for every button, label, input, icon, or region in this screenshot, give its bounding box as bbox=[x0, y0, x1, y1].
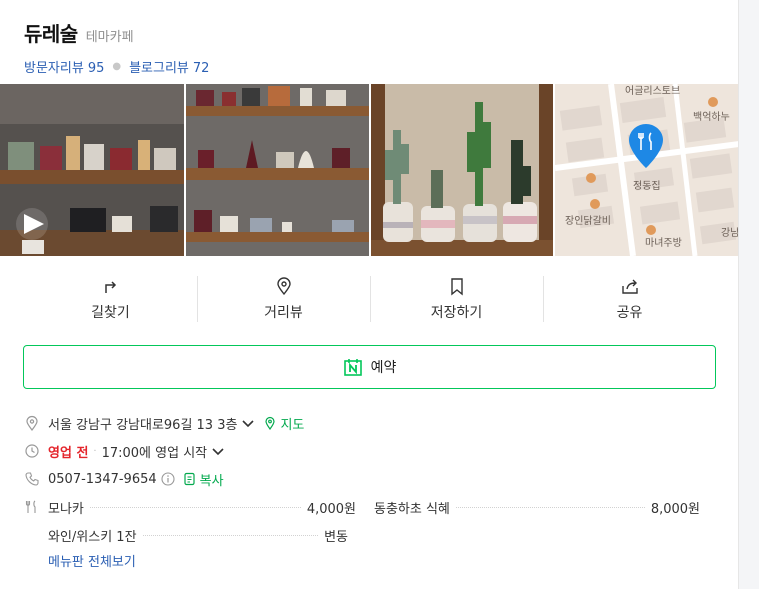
copy-phone-button[interactable]: 복사 bbox=[183, 470, 224, 489]
blog-review-link[interactable]: 블로그리뷰 72 bbox=[129, 57, 209, 76]
copy-icon bbox=[184, 472, 195, 486]
menu-item-name: 동충하초 식혜 bbox=[374, 501, 450, 517]
reserve-label: 예약 bbox=[370, 360, 397, 376]
share-label: 공유 bbox=[616, 305, 643, 321]
hours-row[interactable]: 영업 전 · 17:00에 영업 시작 bbox=[24, 437, 716, 465]
menu-item-name: 와인/위스키 1잔 bbox=[48, 529, 137, 545]
location-pin-icon bbox=[26, 415, 38, 431]
map-thumbnail[interactable]: 어글리스토브 백억하누 정동집 장인닭갈비 마녀주방 강남 bbox=[554, 84, 739, 256]
directions-label: 길찾기 bbox=[91, 305, 130, 321]
visitor-review-link[interactable]: 방문자리뷰 95 bbox=[24, 57, 104, 76]
review-row: 방문자리뷰 95 ● 블로그리뷰 72 bbox=[24, 57, 724, 76]
place-category: 테마카페 bbox=[85, 30, 134, 45]
chevron-down-icon[interactable] bbox=[241, 416, 255, 430]
menu-leader bbox=[455, 506, 645, 508]
review-separator-dot: ● bbox=[112, 61, 122, 72]
place-header: 듀레술 테마카페 방문자리뷰 95 ● 블로그리뷰 72 bbox=[24, 18, 724, 76]
photo-thumbnail-cactus[interactable] bbox=[371, 84, 553, 256]
share-icon bbox=[621, 279, 638, 294]
naver-booking-icon bbox=[343, 359, 362, 376]
bookmark-icon bbox=[450, 278, 463, 296]
phone-number: 0507-1347-9654 bbox=[48, 471, 157, 487]
map-label-1: 백억하누 bbox=[693, 110, 730, 123]
blog-review-count: 72 bbox=[192, 61, 210, 76]
menu-item-price: 변동 bbox=[324, 529, 348, 545]
street-view-icon bbox=[276, 277, 291, 296]
phone-icon bbox=[25, 472, 39, 486]
map-poi-icon bbox=[585, 173, 596, 183]
menu-item: 동충하초 식혜 8,000원 bbox=[374, 498, 700, 517]
blog-review-label: 블로그리뷰 bbox=[129, 61, 189, 76]
share-button[interactable]: 공유 bbox=[543, 276, 716, 322]
place-name: 듀레술 bbox=[24, 22, 78, 46]
page-right-gutter bbox=[738, 0, 759, 589]
menu-item: 모나카 4,000원 bbox=[48, 498, 356, 517]
menu-item-price: 8,000원 bbox=[650, 501, 700, 517]
menu-item-price: 4,000원 bbox=[306, 501, 356, 517]
chevron-down-icon[interactable] bbox=[211, 444, 225, 458]
action-bar: 길찾기 거리뷰 저장하기 공유 bbox=[24, 276, 716, 322]
menu-leader bbox=[89, 506, 301, 508]
map-link-label: 지도 bbox=[280, 417, 305, 433]
directions-icon bbox=[104, 281, 116, 293]
menu-section: 모나카 4,000원 동충하초 식혜 8,000원 와인/위스키 1잔 변동 메… bbox=[24, 493, 716, 570]
place-info: 서울 강남구 강남대로96길 13 3층 지도 영업 전 · 17:00에 영업… bbox=[24, 409, 716, 570]
view-full-menu-link[interactable]: 메뉴판 전체보기 bbox=[48, 551, 716, 570]
phone-row: 0507-1347-9654 복사 bbox=[24, 465, 716, 493]
map-pin-outline-icon bbox=[265, 416, 276, 430]
directions-button[interactable]: 길찾기 bbox=[24, 276, 197, 322]
map-label-5: 강남 bbox=[721, 227, 739, 239]
save-button[interactable]: 저장하기 bbox=[370, 276, 543, 322]
street-view-label: 거리뷰 bbox=[264, 305, 303, 321]
address-row: 서울 강남구 강남대로96길 13 3층 지도 bbox=[24, 409, 716, 437]
map-poi-icon bbox=[707, 97, 718, 107]
map-label-3: 장인닭갈비 bbox=[565, 214, 611, 227]
menu-row: 모나카 4,000원 동충하초 식혜 8,000원 bbox=[24, 493, 716, 521]
map-label-0: 어글리스토브 bbox=[625, 85, 680, 97]
hours-status: 영업 전 bbox=[48, 445, 89, 461]
clock-icon bbox=[25, 444, 39, 458]
address-text: 서울 강남구 강남대로96길 13 3층 bbox=[48, 417, 238, 433]
map-label-4: 마녀주방 bbox=[645, 237, 682, 249]
photo-thumbnail-shelves[interactable] bbox=[185, 84, 369, 256]
copy-label: 복사 bbox=[199, 473, 224, 489]
map-label-2: 정동집 bbox=[633, 180, 661, 192]
menu-item: 와인/위스키 1잔 변동 bbox=[24, 526, 348, 545]
hours-separator-dot: · bbox=[93, 445, 97, 457]
visitor-review-count: 95 bbox=[87, 61, 105, 76]
title-row: 듀레술 테마카페 bbox=[24, 18, 724, 47]
street-view-button[interactable]: 거리뷰 bbox=[197, 276, 370, 322]
visitor-review-label: 방문자리뷰 bbox=[24, 61, 84, 76]
map-poi-icon bbox=[589, 199, 600, 209]
map-poi-icon bbox=[645, 225, 656, 235]
map-link[interactable]: 지도 bbox=[263, 414, 304, 433]
info-circle-icon[interactable] bbox=[161, 472, 175, 486]
reserve-button[interactable]: 예약 bbox=[23, 345, 716, 389]
photo-strip: 어글리스토브 백억하누 정동집 장인닭갈비 마녀주방 강남 bbox=[0, 84, 738, 256]
menu-row: 와인/위스키 1잔 변동 bbox=[24, 521, 716, 549]
menu-leader bbox=[142, 534, 319, 536]
save-label: 저장하기 bbox=[430, 305, 483, 321]
fork-knife-icon bbox=[25, 500, 36, 513]
menu-item-name: 모나카 bbox=[48, 501, 84, 517]
hours-text: 17:00에 영업 시작 bbox=[101, 445, 208, 461]
photo-video-thumbnail[interactable] bbox=[0, 84, 184, 256]
